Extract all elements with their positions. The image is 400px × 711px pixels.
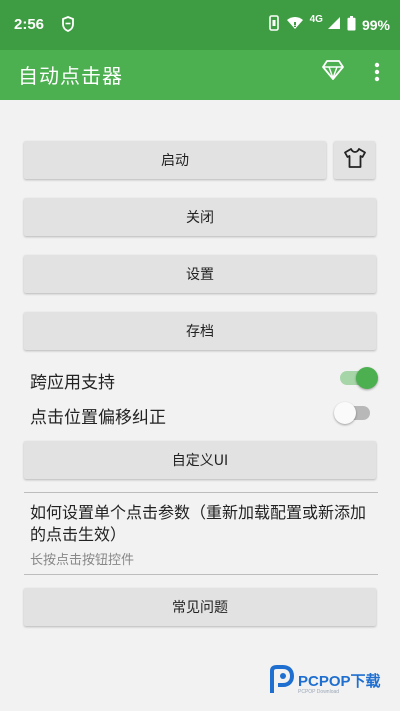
- custom-ui-button[interactable]: 自定义UI: [24, 441, 376, 479]
- wifi-icon: [286, 16, 304, 33]
- offset-correction-row[interactable]: 点击位置偏移纠正: [30, 401, 370, 428]
- pcpop-logo-icon: [268, 665, 295, 699]
- settings-button[interactable]: 设置: [24, 255, 376, 293]
- diamond-icon[interactable]: [321, 59, 345, 85]
- divider: [24, 574, 378, 575]
- skin-button[interactable]: [334, 141, 375, 179]
- stop-button[interactable]: 关闭: [24, 198, 376, 236]
- shield-notification-icon: [62, 16, 74, 36]
- battery-percent: 99%: [361, 16, 390, 33]
- watermark-brand: PCPOP下载: [298, 672, 381, 690]
- cross-app-support-label: 跨应用支持: [30, 373, 115, 393]
- status-indicators: 4G 99%: [268, 14, 390, 34]
- signal-icon: [327, 16, 341, 33]
- vibrate-icon: [268, 15, 280, 34]
- status-time: 2:56: [14, 16, 45, 33]
- offset-correction-label: 点击位置偏移纠正: [30, 408, 166, 428]
- battery-icon: [347, 15, 356, 34]
- faq-button[interactable]: 常见问题: [24, 588, 376, 626]
- network-type: 4G: [309, 14, 323, 25]
- cross-app-support-switch[interactable]: [340, 367, 378, 389]
- watermark: PCPOP下载 PCPOP Download: [268, 665, 381, 699]
- offset-correction-switch[interactable]: [334, 402, 370, 424]
- cross-app-support-row[interactable]: 跨应用支持: [30, 366, 378, 393]
- help-subtitle: 长按点击按钮控件: [30, 553, 135, 568]
- divider: [24, 492, 378, 493]
- app-title: 自动点击器: [18, 64, 123, 88]
- tshirt-icon: [343, 147, 367, 173]
- start-button[interactable]: 启动: [24, 141, 326, 179]
- help-title[interactable]: 如何设置单个点击参数（重新加载配置或新添加的点击生效）: [30, 502, 370, 546]
- archive-button[interactable]: 存档: [24, 312, 376, 350]
- more-vert-icon[interactable]: [370, 61, 384, 87]
- status-bar: 2:56 4G 99%: [0, 0, 400, 50]
